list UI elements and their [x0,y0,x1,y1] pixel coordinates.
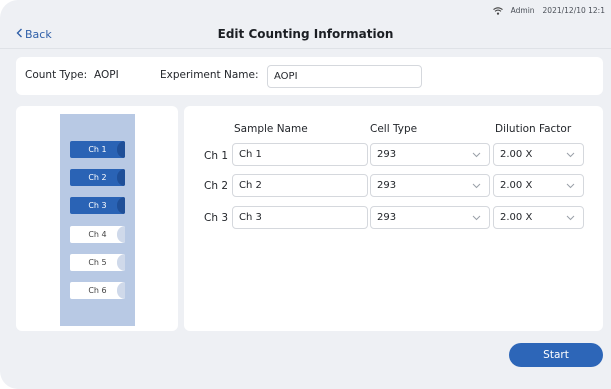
cell-type-select[interactable]: 293 [370,174,490,197]
cell-type-select[interactable]: 293 [370,206,490,229]
channel-ch2[interactable]: Ch 2 [70,169,125,186]
dilution-factor-value: 2.00 X [500,212,533,223]
chevron-down-icon [566,213,575,222]
experiment-name-input[interactable]: AOPI [267,65,422,88]
channel-cap [117,141,125,158]
page-title: Edit Counting Information [217,27,394,41]
count-type-value: AOPI [94,69,119,81]
column-header-cell-type: Cell Type [370,123,418,135]
count-info-card: Count Type: AOPI Experiment Name: AOPI [16,57,603,95]
cell-type-value: 293 [377,212,397,223]
header-divider [0,48,611,49]
channel-cap [117,169,125,186]
chevron-down-icon [472,213,481,222]
chevron-down-icon [472,150,481,159]
chevron-down-icon [566,181,575,190]
chevron-down-icon [566,150,575,159]
channel-ch6[interactable]: Ch 6 [70,282,125,299]
row-channel-label: Ch 1 [204,150,229,162]
datetime: 2021/12/10 12:1 [542,6,605,15]
dilution-factor-select[interactable]: 2.00 X [493,206,584,229]
dilution-factor-select[interactable]: 2.00 X [493,143,584,166]
channel-label: Ch 5 [88,258,107,267]
wifi-icon [492,6,503,15]
channel-label: Ch 6 [88,286,107,295]
status-bar: Admin 2021/12/10 12:1 [492,6,605,15]
channel-label: Ch 4 [88,230,107,239]
channel-cap [117,254,125,271]
app-screen: Admin 2021/12/10 12:1 Back Edit Counting… [0,0,611,389]
sample-table-panel: Sample Name Cell Type Dilution Factor Ch… [184,106,603,331]
chevron-down-icon [472,181,481,190]
column-header-sample-name: Sample Name [234,123,308,135]
sample-name-input[interactable]: Ch 1 [232,143,368,166]
start-button[interactable]: Start [509,343,603,367]
channel-ch3[interactable]: Ch 3 [70,197,125,214]
channel-ch4[interactable]: Ch 4 [70,226,125,243]
channel-cap [117,282,125,299]
cell-type-select[interactable]: 293 [370,143,490,166]
channel-cap [117,197,125,214]
dilution-factor-select[interactable]: 2.00 X [493,174,584,197]
column-header-dilution-factor: Dilution Factor [495,123,572,135]
cell-type-value: 293 [377,180,397,191]
row-channel-label: Ch 2 [204,180,229,192]
dilution-factor-value: 2.00 X [500,149,533,160]
sample-name-input[interactable]: Ch 2 [232,174,368,197]
channel-label: Ch 2 [88,173,107,182]
channel-ch5[interactable]: Ch 5 [70,254,125,271]
experiment-name-label: Experiment Name: [160,69,259,81]
channel-cap [117,226,125,243]
dilution-factor-value: 2.00 X [500,180,533,191]
counting-slide: Ch 1 Ch 2 Ch 3 Ch 4 Ch 5 Ch 6 [60,114,135,326]
row-channel-label: Ch 3 [204,212,229,224]
channel-ch1[interactable]: Ch 1 [70,141,125,158]
user-name: Admin [510,6,535,15]
cell-type-value: 293 [377,149,397,160]
slide-panel: Ch 1 Ch 2 Ch 3 Ch 4 Ch 5 Ch 6 [16,106,178,331]
channel-label: Ch 3 [88,201,107,210]
count-type-label: Count Type: [25,69,88,81]
sample-name-input[interactable]: Ch 3 [232,206,368,229]
channel-label: Ch 1 [88,145,107,154]
